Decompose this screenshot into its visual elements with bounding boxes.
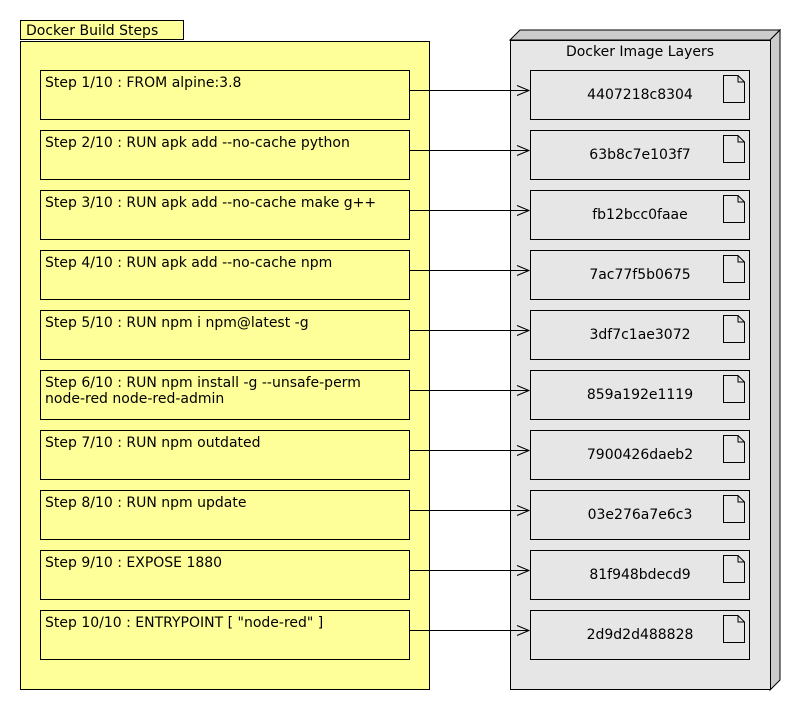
- layer-box-3: fb12bcc0faae: [530, 190, 750, 240]
- layer-id: fb12bcc0faae: [592, 207, 688, 223]
- layer-id: 7900426daeb2: [586, 447, 694, 463]
- layer-box-4: 7ac77f5b0675: [530, 250, 750, 300]
- layer-box-6: 859a192e1119: [530, 370, 750, 420]
- step-box-4: Step 4/10 : RUN apk add --no-cache npm: [40, 250, 410, 300]
- step-box-2: Step 2/10 : RUN apk add --no-cache pytho…: [40, 130, 410, 180]
- step-box-10: Step 10/10 : ENTRYPOINT [ "node-red" ]: [40, 610, 410, 660]
- document-icon: [723, 315, 745, 343]
- step-box-3: Step 3/10 : RUN apk add --no-cache make …: [40, 190, 410, 240]
- layer-box-2: 63b8c7e103f7: [530, 130, 750, 180]
- layer-box-9: 81f948bdecd9: [530, 550, 750, 600]
- document-icon: [723, 615, 745, 643]
- node-side-face: [769, 28, 781, 692]
- layer-id: 4407218c8304: [587, 87, 693, 103]
- layer-box-8: 03e276a7e6c3: [530, 490, 750, 540]
- layer-id: 03e276a7e6c3: [587, 507, 693, 523]
- layer-id: 2d9d2d488828: [586, 627, 694, 643]
- document-icon: [723, 375, 745, 403]
- document-icon: [723, 555, 745, 583]
- document-icon: [723, 75, 745, 103]
- layer-id: 63b8c7e103f7: [589, 147, 691, 163]
- document-icon: [723, 255, 745, 283]
- node-top-face: [508, 29, 782, 41]
- document-icon: [723, 495, 745, 523]
- document-icon: [723, 135, 745, 163]
- layer-box-5: 3df7c1ae3072: [530, 310, 750, 360]
- step-box-1: Step 1/10 : FROM alpine:3.8: [40, 70, 410, 120]
- document-icon: [723, 435, 745, 463]
- layer-box-10: 2d9d2d488828: [530, 610, 750, 660]
- step-box-9: Step 9/10 : EXPOSE 1880: [40, 550, 410, 600]
- layer-box-1: 4407218c8304: [530, 70, 750, 120]
- layer-id: 81f948bdecd9: [589, 567, 691, 583]
- document-icon: [723, 195, 745, 223]
- step-box-5: Step 5/10 : RUN npm i npm@latest -g: [40, 310, 410, 360]
- step-box-8: Step 8/10 : RUN npm update: [40, 490, 410, 540]
- image-layers-title: Docker Image Layers: [565, 44, 715, 60]
- step-box-7: Step 7/10 : RUN npm outdated: [40, 430, 410, 480]
- layer-id: 3df7c1ae3072: [589, 327, 691, 343]
- layer-id: 859a192e1119: [586, 387, 694, 403]
- layer-box-7: 7900426daeb2: [530, 430, 750, 480]
- layer-id: 7ac77f5b0675: [589, 267, 691, 283]
- step-box-6: Step 6/10 : RUN npm install -g --unsafe-…: [40, 370, 410, 420]
